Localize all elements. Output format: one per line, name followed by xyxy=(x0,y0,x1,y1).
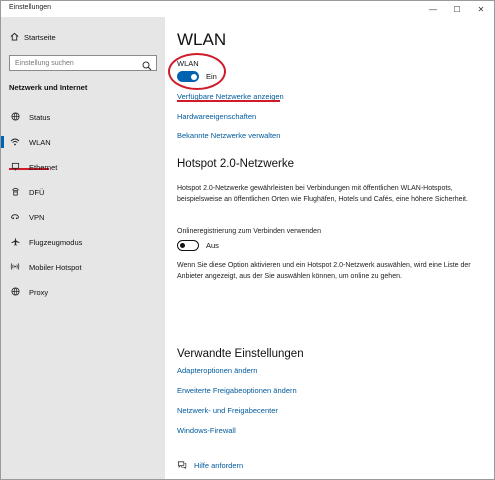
related-settings-heading: Verwandte Einstellungen xyxy=(177,348,304,360)
sidebar-home[interactable]: Startseite xyxy=(9,32,56,43)
sidebar-item-label: VPN xyxy=(29,212,45,222)
settings-window: Einstellungen — ☐ ✕ Startseite Einstellu… xyxy=(0,0,495,480)
sidebar-item-label: DFÜ xyxy=(29,187,45,197)
globe-status-icon xyxy=(9,111,21,123)
help-label: Hilfe anfordern xyxy=(194,461,244,470)
sidebar-item-vpn[interactable]: VPN xyxy=(1,206,165,228)
airplane-icon xyxy=(9,236,21,248)
search-icon[interactable] xyxy=(142,58,152,71)
help-chat-icon xyxy=(177,460,189,471)
sidebar-section-title: Netzwerk und Internet xyxy=(9,83,88,92)
sidebar-item-dfue[interactable]: DFÜ xyxy=(1,181,165,203)
wlan-toggle-annotation-circle xyxy=(168,53,226,90)
main-content: WLAN WLAN Ein Verfügbare Netzwerke anzei… xyxy=(165,17,494,479)
sidebar-item-label: Proxy xyxy=(29,287,49,297)
sidebar-item-label: Flugzeugmodus xyxy=(29,237,83,247)
page-title: WLAN xyxy=(177,30,227,49)
sidebar-item-label: Mobiler Hotspot xyxy=(29,262,82,272)
windows-firewall-link[interactable]: Windows-Firewall xyxy=(177,426,236,435)
advanced-sharing-link[interactable]: Erweiterte Freigabeoptionen ändern xyxy=(177,386,297,395)
sidebar-item-wlan[interactable]: WLAN xyxy=(1,131,165,153)
sidebar-item-label: Ethernet xyxy=(29,162,58,172)
online-registration-toggle[interactable] xyxy=(177,240,199,251)
network-sharing-center-link[interactable]: Netzwerk- und Freigabecenter xyxy=(177,406,278,415)
sidebar-item-label: WLAN xyxy=(29,137,51,147)
minimize-button[interactable]: — xyxy=(421,1,445,17)
sidebar-item-flugzeugmodus[interactable]: Flugzeugmodus xyxy=(1,231,165,253)
available-networks-annotation-underline xyxy=(177,100,280,102)
toggle-knob xyxy=(180,242,185,248)
dialup-icon xyxy=(9,187,21,198)
active-indicator xyxy=(1,136,4,148)
sidebar-item-label: Status xyxy=(29,112,51,122)
hotspot-heading: Hotspot 2.0-Netzwerke xyxy=(177,158,294,170)
online-registration-label: Onlineregistrierung zum Verbinden verwen… xyxy=(177,228,321,235)
help-link[interactable]: Hilfe anfordern xyxy=(177,460,243,471)
search-input[interactable]: Einstellung suchen xyxy=(9,55,157,71)
hotspot-description: Hotspot 2.0-Netzwerke gewährleisten bei … xyxy=(177,185,468,203)
hardware-properties-link[interactable]: Hardwareeigenschaften xyxy=(177,112,256,121)
hotspot-info-text: Wenn Sie diese Option aktivieren und ein… xyxy=(177,262,471,280)
adapter-options-link[interactable]: Adapteroptionen ändern xyxy=(177,366,257,375)
online-registration-toggle-state: Aus xyxy=(206,241,219,250)
sidebar-item-ethernet[interactable]: Ethernet xyxy=(1,156,165,178)
home-label: Startseite xyxy=(24,33,56,42)
sidebar-item-status[interactable]: Status xyxy=(1,106,165,128)
proxy-globe-icon xyxy=(9,286,21,298)
close-button[interactable]: ✕ xyxy=(469,1,493,17)
ethernet-icon xyxy=(9,162,21,173)
vpn-icon xyxy=(9,212,21,223)
sidebar: Startseite Einstellung suchen Netzwerk u… xyxy=(1,17,165,479)
title-bar: Einstellungen — ☐ ✕ xyxy=(1,1,494,17)
sidebar-item-mobiler-hotspot[interactable]: Mobiler Hotspot xyxy=(1,256,165,278)
maximize-button[interactable]: ☐ xyxy=(445,1,469,17)
window-title: Einstellungen xyxy=(9,4,52,11)
known-networks-link[interactable]: Bekannte Netzwerke verwalten xyxy=(177,131,280,140)
search-placeholder: Einstellung suchen xyxy=(15,59,74,67)
sidebar-item-proxy[interactable]: Proxy xyxy=(1,281,165,303)
wifi-icon xyxy=(9,137,21,148)
home-icon xyxy=(9,32,19,43)
hotspot-icon xyxy=(9,262,21,273)
